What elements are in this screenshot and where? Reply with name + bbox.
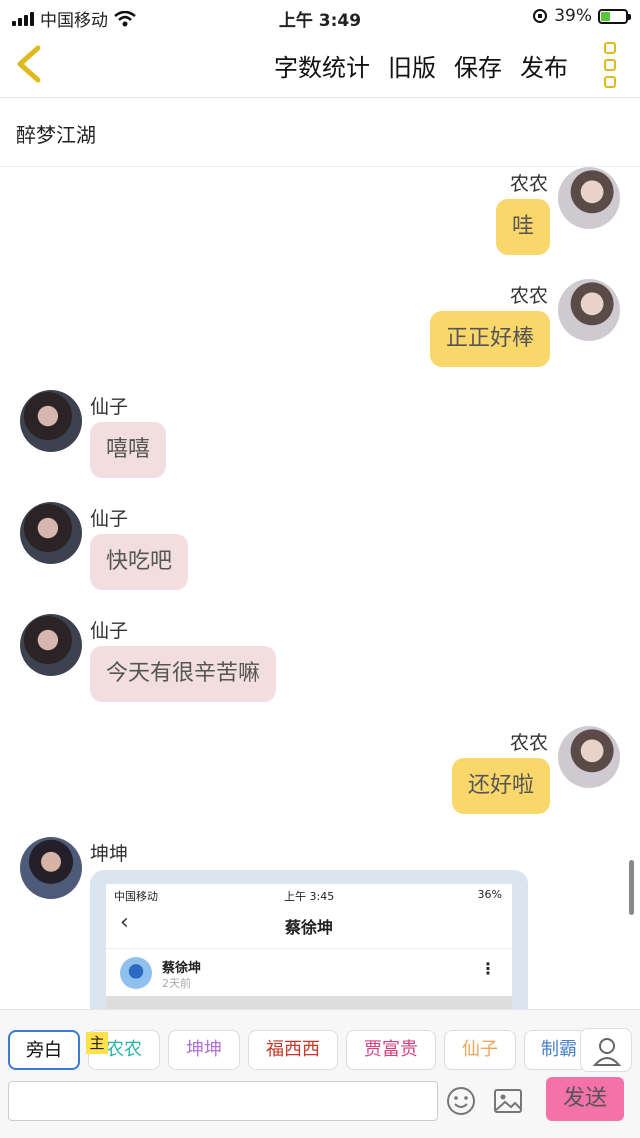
main-role-badge: 主 [86, 1032, 108, 1054]
chat-area[interactable]: 农农 哇 农农 正正好棒 仙子 嘻嘻 仙子 快吃吧 仙子 今天有很辛苦嘛 农农 … [0, 167, 640, 1009]
role-kunkun[interactable]: 坤坤 [168, 1030, 240, 1070]
sender-name: 农农 [509, 173, 548, 195]
message-bubble[interactable]: 今天有很辛苦嘛 [90, 646, 277, 702]
role-zhiba[interactable]: 制霸 [524, 1030, 586, 1070]
role-jiafugui[interactable]: 贾富贵 [346, 1030, 436, 1070]
sender-name: 坤坤 [90, 843, 129, 865]
image-icon[interactable] [492, 1085, 524, 1117]
message-bubble[interactable]: 嘻嘻 [90, 422, 167, 478]
add-role-button[interactable] [580, 1028, 632, 1072]
avatar-xianzi[interactable] [20, 614, 82, 676]
embedded-time-ago: 2天前 [162, 977, 191, 990]
image-message[interactable]: 中国移动 上午 3:45 36% ‹ 蔡徐坤 蔡徐坤 2天前 ⋮ [90, 870, 528, 1009]
avatar-nongnong[interactable] [558, 279, 620, 341]
role-xianzi[interactable]: 仙子 [444, 1030, 516, 1070]
send-button[interactable]: 发送 [546, 1077, 624, 1121]
top-nav: 字数统计 旧版 保存 发布 [0, 34, 640, 98]
message-bubble[interactable]: 还好啦 [451, 758, 550, 814]
role-fuxixi[interactable]: 福西西 [248, 1030, 338, 1070]
avatar-xianzi[interactable] [20, 502, 82, 564]
role-selector-bar: 主 旁白 农农 坤坤 福西西 贾富贵 仙子 制霸 [0, 1009, 640, 1077]
publish-button[interactable]: 发布 [520, 48, 568, 83]
battery-icon [598, 8, 631, 24]
embedded-time: 上午 3:45 [284, 890, 335, 903]
word-count-button[interactable]: 字数统计 [274, 48, 370, 83]
emoji-icon[interactable] [445, 1085, 477, 1117]
status-bar: 中国移动 上午 3:49 39% [0, 0, 640, 34]
embedded-author: 蔡徐坤 [162, 961, 202, 976]
message-bubble[interactable]: 正正好棒 [429, 311, 550, 367]
more-menu-icon[interactable] [604, 42, 620, 88]
sender-name: 仙子 [90, 620, 129, 642]
embedded-status-bar: 中国移动 上午 3:45 36% [106, 884, 512, 906]
embedded-post-header: 蔡徐坤 2天前 ⋮ [106, 948, 512, 998]
sender-name: 仙子 [90, 396, 129, 418]
message-bubble[interactable]: 哇 [495, 199, 550, 255]
embedded-more-icon: ⋮ [480, 959, 496, 978]
avatar-kunkun[interactable] [20, 837, 82, 899]
old-version-button[interactable]: 旧版 [388, 48, 436, 83]
embedded-carrier: 中国移动 [114, 890, 158, 903]
orientation-lock-icon [533, 9, 548, 23]
sender-name: 农农 [509, 285, 548, 307]
composer: 发送 [0, 1077, 640, 1138]
message-bubble[interactable]: 快吃吧 [90, 534, 189, 590]
back-arrow-icon[interactable] [12, 44, 48, 84]
sender-name: 农农 [509, 732, 548, 754]
sender-name: 仙子 [90, 508, 129, 530]
battery-percent: 39% [554, 6, 592, 26]
role-narrator[interactable]: 旁白 [8, 1030, 80, 1070]
avatar-nongnong[interactable] [558, 167, 620, 229]
avatar-nongnong[interactable] [558, 726, 620, 788]
scrollbar[interactable] [629, 860, 634, 915]
message-input[interactable] [8, 1081, 438, 1121]
embedded-avatar [120, 957, 152, 989]
save-button[interactable]: 保存 [454, 48, 502, 83]
avatar-xianzi[interactable] [20, 390, 82, 452]
story-title: 醉梦江湖 [0, 99, 640, 167]
user-icon [592, 1038, 622, 1066]
embedded-title: 蔡徐坤 [284, 918, 333, 937]
embedded-battery: 36% [477, 888, 502, 901]
embedded-image [106, 996, 512, 1009]
